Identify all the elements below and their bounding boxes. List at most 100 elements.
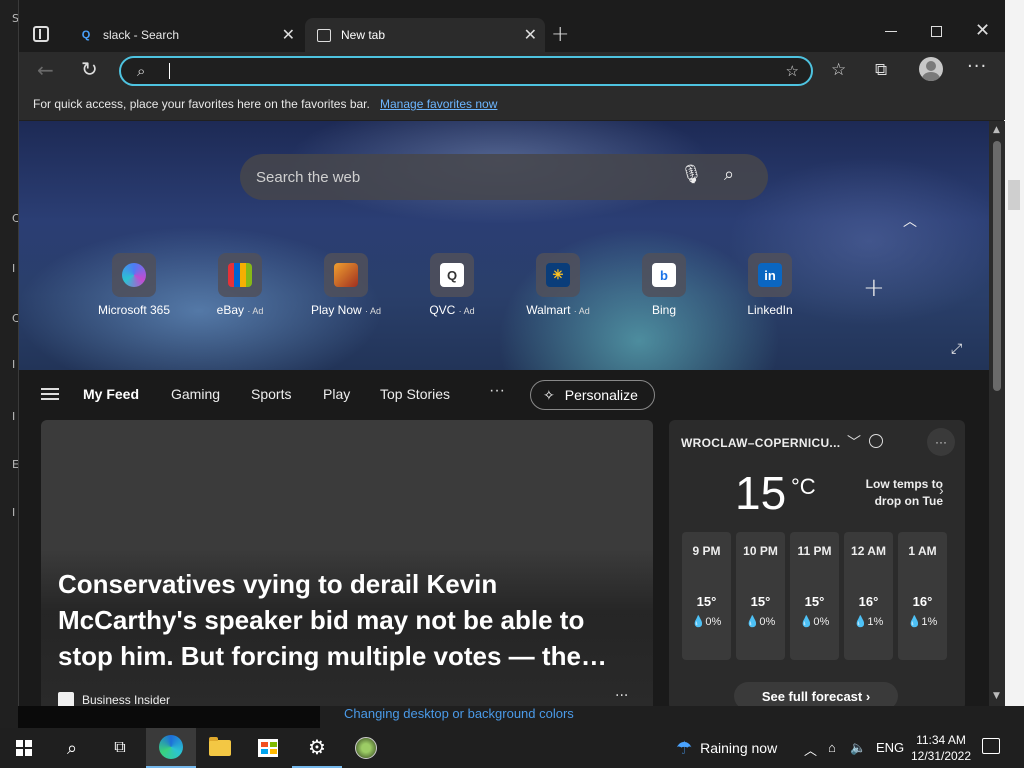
clock-time: 11:34 AM	[916, 733, 966, 747]
ad-badge: · Ad	[458, 306, 475, 316]
minimize-button[interactable]	[885, 31, 897, 32]
scroll-up-icon[interactable]: ▲	[993, 125, 1000, 135]
more-menu-icon[interactable]: ···	[967, 56, 987, 77]
taskbar-edge[interactable]	[146, 728, 196, 768]
profile-avatar[interactable]	[919, 57, 943, 81]
windows-icon	[16, 740, 32, 756]
card-more-icon[interactable]: ···	[615, 688, 628, 704]
maximize-button[interactable]	[931, 26, 942, 37]
chevron-up-icon[interactable]: ︿	[903, 211, 917, 231]
background-window-left-edge: S C I C I I E I	[0, 0, 20, 728]
manage-favorites-link[interactable]: Manage favorites now	[380, 97, 497, 111]
tile-label: eBay	[216, 303, 244, 317]
taskbar-file-explorer[interactable]	[196, 728, 244, 768]
walmart-icon: ✳	[536, 253, 580, 297]
add-favorite-icon[interactable]: ☆	[786, 62, 799, 80]
start-button[interactable]	[0, 728, 48, 768]
favorites-icon[interactable]: ☆	[831, 60, 846, 80]
hourly-forecast[interactable]: 11 PM 15° 💧0%	[790, 532, 839, 660]
news-card[interactable]: Conservatives vying to derail Kevin McCa…	[41, 420, 653, 706]
clock[interactable]: 11:34 AM 12/31/2022	[908, 732, 974, 764]
chevron-down-icon[interactable]: ﹀	[847, 432, 861, 452]
taskbar-app[interactable]	[342, 728, 390, 768]
back-button[interactable]: ←	[37, 58, 54, 82]
close-window-button[interactable]: ✕	[975, 20, 990, 41]
network-icon[interactable]: ⌂	[828, 740, 836, 755]
globe-icon[interactable]	[869, 434, 883, 448]
address-input[interactable]	[171, 61, 731, 81]
tab-play[interactable]: Play	[323, 386, 350, 402]
page-scrollbar[interactable]: ▲ ▼	[989, 121, 1005, 706]
tab-slack-search[interactable]: Q slack - Search ✕	[67, 18, 303, 52]
add-quick-link-button[interactable]: +	[863, 273, 885, 303]
taskbar-store[interactable]	[244, 728, 292, 768]
close-tab-icon[interactable]: ✕	[282, 25, 295, 45]
hour-time: 11 PM	[797, 544, 832, 558]
store-icon	[258, 739, 278, 757]
quick-link-ebay[interactable]: eBay · Ad	[185, 253, 295, 317]
chevron-right-icon[interactable]: ›	[939, 482, 944, 498]
weather-note[interactable]: Low temps to drop on Tue	[839, 476, 943, 510]
quick-link-play-now[interactable]: Play Now · Ad	[291, 253, 401, 317]
hourly-forecast[interactable]: 10 PM 15° 💧0%	[736, 532, 785, 660]
precip-value: 0%	[705, 616, 722, 628]
notification-icon[interactable]	[982, 738, 1000, 754]
taskbar-weather[interactable]: ☂ Raining now	[676, 728, 796, 768]
quick-link-linkedin[interactable]: in LinkedIn	[715, 253, 825, 317]
more-tabs-icon[interactable]: ···	[489, 382, 505, 400]
quick-link-walmart[interactable]: ✳ Walmart · Ad	[503, 253, 613, 317]
hour-time: 1 AM	[908, 544, 937, 558]
menu-icon[interactable]	[41, 388, 59, 400]
temperature-unit[interactable]: °C	[791, 474, 816, 500]
tab-actions-icon[interactable]	[33, 26, 49, 42]
collections-icon[interactable]: ⧉	[875, 60, 887, 80]
volume-icon[interactable]: 🔈	[850, 740, 866, 756]
tab-top-stories[interactable]: Top Stories	[380, 386, 450, 402]
web-search-input[interactable]	[256, 166, 656, 188]
new-tab-button[interactable]: +	[551, 22, 569, 47]
scrollbar-thumb[interactable]	[993, 141, 1001, 391]
source-logo	[58, 692, 74, 706]
address-bar[interactable]: ⌕ ☆	[119, 56, 813, 86]
hourly-forecast[interactable]: 1 AM 16° 💧1%	[898, 532, 947, 660]
background-link[interactable]: Changing desktop or background colors	[344, 706, 574, 721]
qvc-icon: Q	[430, 253, 474, 297]
search-icon[interactable]: ⌕	[724, 164, 734, 185]
expand-icon[interactable]: ⤢	[951, 341, 962, 357]
tab-my-feed[interactable]: My Feed	[83, 386, 139, 402]
weather-widget: WROCLAW–COPERNICU... ﹀ ··· 15 °C Low tem…	[669, 420, 965, 706]
tab-new-tab[interactable]: New tab ✕	[305, 18, 545, 52]
taskbar-settings[interactable]: ⚙	[292, 728, 342, 768]
current-temperature: 15	[735, 467, 787, 519]
chevron-up-icon[interactable]: ︿	[804, 740, 817, 759]
weather-more-button[interactable]: ···	[927, 428, 955, 456]
hourly-forecast[interactable]: 12 AM 16° 💧1%	[844, 532, 893, 660]
close-tab-icon[interactable]: ✕	[524, 25, 537, 45]
quick-link-bing[interactable]: b Bing	[609, 253, 719, 317]
hour-precip: 💧0%	[790, 615, 839, 628]
hourly-forecast[interactable]: 9 PM 15° 💧0%	[682, 532, 731, 660]
web-search-box[interactable]: 🎙 ⌕	[240, 154, 768, 200]
tile-label: LinkedIn	[747, 303, 793, 317]
refresh-button[interactable]: ↻	[81, 57, 98, 81]
personalize-label: Personalize	[564, 387, 638, 403]
news-headline[interactable]: Conservatives vying to derail Kevin McCa…	[58, 566, 638, 674]
tab-sports[interactable]: Sports	[251, 386, 291, 402]
ad-badge: · Ad	[365, 306, 382, 316]
see-full-forecast-button[interactable]: See full forecast ›	[734, 682, 898, 706]
quick-link-microsoft-365[interactable]: Microsoft 365	[79, 253, 189, 317]
scroll-down-icon[interactable]: ▼	[993, 691, 1000, 701]
search-icon: ⌕	[137, 62, 146, 80]
hero-background: 🎙 ⌕ ︿ Microsoft 365 eBay · Ad Play Now ·…	[19, 121, 989, 370]
hour-precip: 💧0%	[682, 615, 731, 628]
language-indicator[interactable]: ENG	[876, 740, 904, 755]
hour-precip: 💧1%	[844, 615, 893, 628]
quick-link-qvc[interactable]: Q QVC · Ad	[397, 253, 507, 317]
microphone-icon[interactable]: 🎙	[680, 164, 703, 185]
taskbar-search-icon[interactable]: ⌕	[48, 728, 96, 768]
personalize-button[interactable]: ✧ Personalize	[530, 380, 655, 410]
clock-date: 12/31/2022	[910, 749, 972, 763]
task-view-icon[interactable]: ⧉	[96, 728, 144, 768]
tab-gaming[interactable]: Gaming	[171, 386, 220, 402]
weather-location[interactable]: WROCLAW–COPERNICU...	[681, 436, 840, 450]
